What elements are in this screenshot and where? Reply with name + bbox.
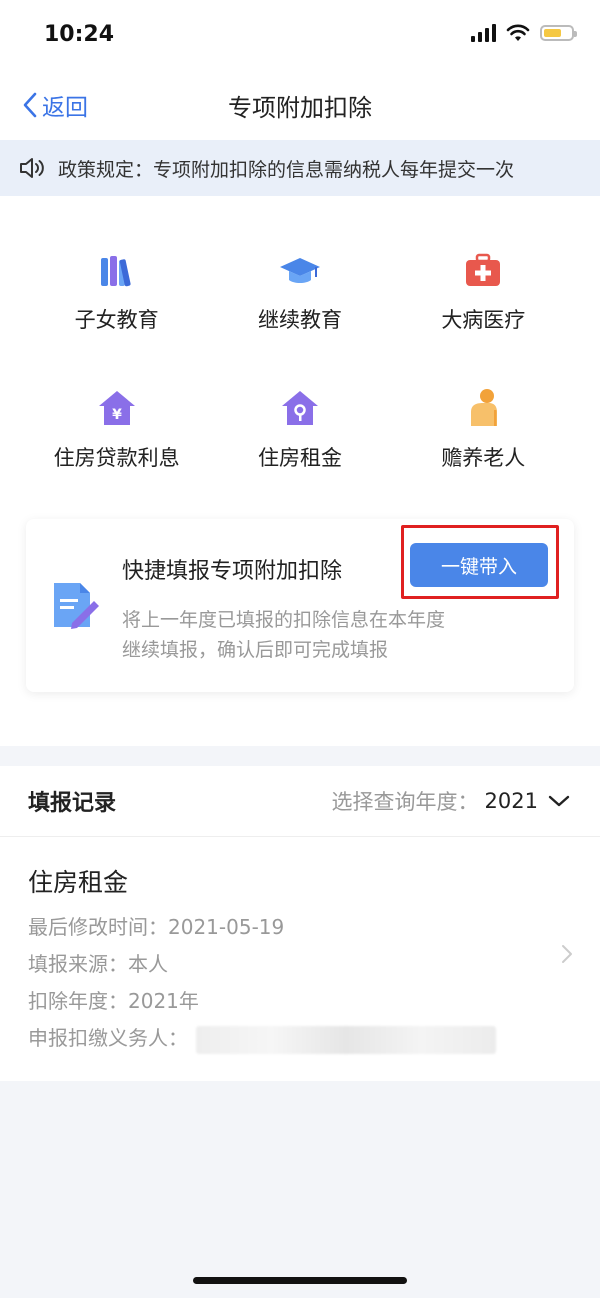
- category-elderly-support[interactable]: 赡养老人: [392, 386, 575, 472]
- category-grid: 子女教育 继续教育 大病医疗 ¥ 住房贷款利息 住房租金 赡养老人: [25, 248, 575, 472]
- category-continuing-education[interactable]: 继续教育: [208, 248, 391, 334]
- filing-records-section: 填报记录 选择查询年度： 2021 住房租金 最后修改时间：2021-05-19…: [0, 766, 600, 1081]
- elderly-icon: [471, 389, 498, 426]
- category-housing-loan-interest[interactable]: ¥ 住房贷款利息: [25, 386, 208, 472]
- wifi-icon: [506, 24, 530, 41]
- category-label: 赡养老人: [441, 446, 526, 470]
- record-name: 住房租金: [28, 868, 129, 897]
- battery-icon: [540, 25, 577, 41]
- record-source-label: 填报来源：: [28, 952, 128, 976]
- records-title: 填报记录: [28, 791, 117, 816]
- notice-text: 政策规定：专项附加扣除的信息需纳税人每年提交一次: [58, 158, 515, 181]
- policy-notice: 政策规定：专项附加扣除的信息需纳税人每年提交一次: [0, 140, 600, 196]
- category-children-education[interactable]: 子女教育: [25, 248, 208, 334]
- status-bar: 10:24: [0, 0, 600, 70]
- category-label: 住房租金: [257, 446, 342, 470]
- records-header: 填报记录 选择查询年度： 2021: [0, 766, 600, 837]
- graduation-cap-icon: [279, 258, 320, 283]
- house-key-icon: [281, 391, 318, 425]
- chevron-left-icon: [23, 92, 37, 118]
- category-housing-rent[interactable]: 住房租金: [208, 386, 391, 472]
- deduction-categories-section: 子女教育 继续教育 大病医疗 ¥ 住房贷款利息 住房租金 赡养老人 快捷填报专项…: [0, 196, 600, 746]
- record-modified-row: 最后修改时间：2021-05-19: [28, 909, 572, 946]
- record-item[interactable]: 住房租金 最后修改时间：2021-05-19 填报来源：本人 扣除年度：2021…: [0, 837, 600, 1081]
- quick-fill-title: 快捷填报专项附加扣除: [122, 559, 343, 584]
- record-agent-label: 申报扣缴义务人：: [28, 1026, 188, 1050]
- year-selector-value: 2021: [484, 789, 538, 813]
- medical-kit-icon: [466, 253, 501, 286]
- house-yuan-icon: ¥: [98, 391, 135, 425]
- books-icon: [100, 256, 131, 287]
- category-label: 住房贷款利息: [53, 446, 180, 470]
- highlight-annotation: [401, 525, 559, 599]
- blurred-agent-name: [196, 1025, 496, 1054]
- category-label: 大病医疗: [441, 308, 526, 332]
- back-label: 返回: [42, 95, 88, 121]
- record-modified-value: 2021-05-19: [168, 915, 285, 939]
- record-year-row: 扣除年度：2021年: [28, 983, 572, 1020]
- category-label: 子女教育: [74, 308, 159, 332]
- page-title: 专项附加扣除: [228, 93, 372, 122]
- record-modified-label: 最后修改时间：: [28, 915, 168, 939]
- back-button[interactable]: 返回: [22, 88, 88, 122]
- status-icons: [471, 24, 577, 42]
- chevron-right-icon: [562, 945, 572, 963]
- category-serious-illness[interactable]: 大病医疗: [392, 248, 575, 334]
- year-selector[interactable]: 选择查询年度： 2021: [332, 786, 572, 816]
- category-label: 继续教育: [257, 308, 342, 332]
- quick-fill-description: 将上一年度已填报的扣除信息在本年度继续填报，确认后即可完成填报: [122, 609, 446, 661]
- record-agent-row: 申报扣缴义务人：: [28, 1020, 572, 1057]
- chevron-down-icon: [548, 795, 570, 807]
- home-indicator[interactable]: [193, 1277, 407, 1284]
- svg-text:¥: ¥: [112, 407, 122, 423]
- edit-document-icon: [54, 583, 99, 629]
- record-year-value: 2021年: [128, 989, 199, 1013]
- status-time: 10:24: [44, 22, 115, 47]
- year-selector-label: 选择查询年度：: [331, 790, 479, 814]
- record-year-label: 扣除年度：: [28, 989, 128, 1013]
- record-source-row: 填报来源：本人: [28, 946, 572, 983]
- nav-bar: 返回 专项附加扣除: [0, 70, 600, 140]
- record-source-value: 本人: [128, 952, 168, 976]
- signal-icon: [471, 24, 496, 42]
- speaker-icon: [20, 158, 44, 178]
- quick-fill-card: 快捷填报专项附加扣除 一键带入 将上一年度已填报的扣除信息在本年度继续填报，确认…: [26, 519, 574, 692]
